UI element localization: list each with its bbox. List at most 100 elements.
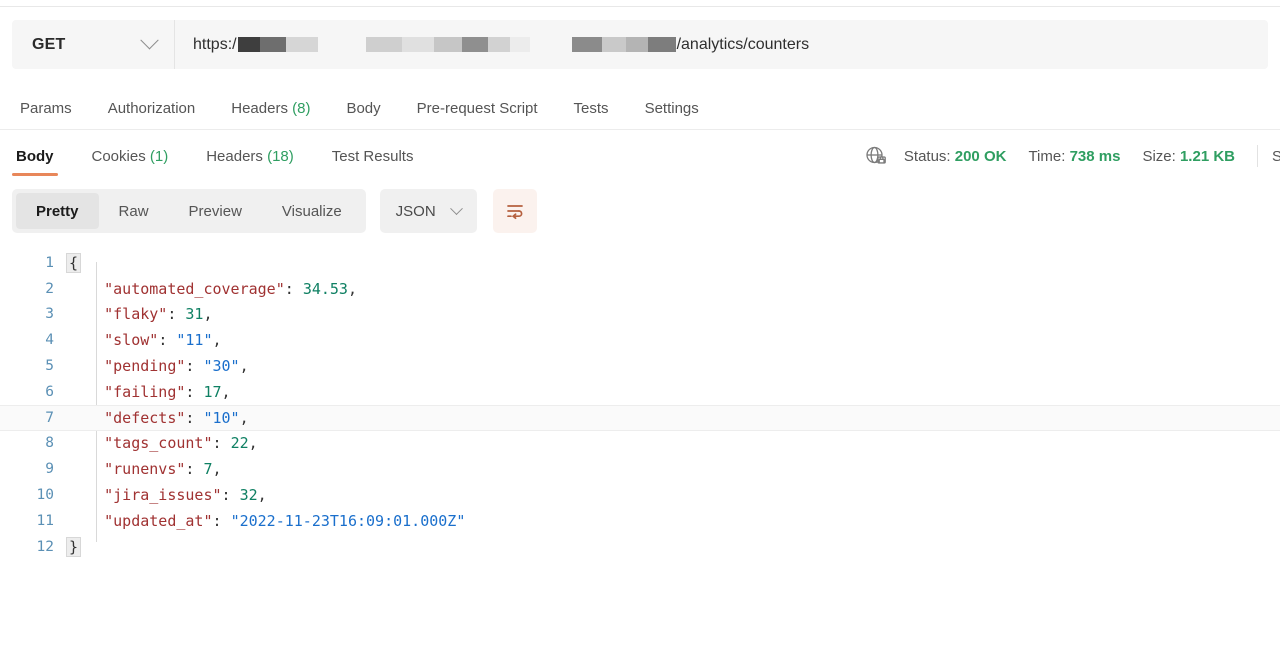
- code-token-p: ,: [239, 408, 249, 427]
- request-tab-body[interactable]: Body: [346, 100, 380, 117]
- code-token-p: [68, 512, 104, 530]
- response-status-meta[interactable]: Status: 200 OK: [904, 148, 1007, 165]
- code-line[interactable]: 7 "defects": "10",: [0, 404, 1280, 431]
- code-line[interactable]: 10 "jira_issues": 32,: [0, 482, 1280, 508]
- code-line[interactable]: 8 "tags_count": 22,: [0, 431, 1280, 457]
- request-tab-pre-request-script[interactable]: Pre-request Script: [417, 100, 538, 117]
- request-tab-label: Tests: [573, 100, 609, 117]
- line-number: 12: [36, 538, 54, 555]
- line-number: 6: [45, 383, 54, 400]
- code-line[interactable]: 3 "flaky": 31,: [0, 302, 1280, 328]
- code-token-p: [68, 357, 104, 375]
- response-body-code[interactable]: 1{2 "automated_coverage": 34.53, 3 "flaky…: [0, 250, 1280, 560]
- code-token-p: [68, 280, 104, 298]
- request-tab-headers[interactable]: Headers (8): [231, 100, 310, 117]
- code-token-k: "automated_coverage": [104, 279, 285, 298]
- response-format-toolbar: Pretty Raw Preview Visualize JSON: [12, 189, 537, 233]
- format-tab-preview[interactable]: Preview: [169, 193, 262, 229]
- meta-label: Size:: [1142, 147, 1180, 165]
- http-method-selector[interactable]: GET: [12, 20, 175, 69]
- code-token-k: "slow": [104, 331, 159, 350]
- format-tab-raw[interactable]: Raw: [99, 193, 169, 229]
- code-token-k: "tags_count": [104, 434, 213, 453]
- code-token-p: :: [185, 357, 204, 376]
- code-line[interactable]: 4 "slow": "11",: [0, 327, 1280, 353]
- response-tab-label: Cookies: [91, 147, 146, 165]
- code-token-s: "30": [203, 357, 240, 376]
- url-input[interactable]: https:/ /analytics/counters: [175, 20, 1268, 69]
- code-token-p: ,: [347, 279, 357, 298]
- response-tab-body[interactable]: Body: [12, 148, 58, 176]
- meta-divider: [1257, 145, 1258, 167]
- code-line[interactable]: 1{: [0, 250, 1280, 276]
- url-redacted-segment: [571, 37, 676, 52]
- line-number: 4: [45, 332, 54, 349]
- response-tab-headers[interactable]: Headers (18): [202, 148, 298, 176]
- meta-value: 738 ms: [1069, 147, 1121, 165]
- code-line[interactable]: 5 "pending": "30",: [0, 353, 1280, 379]
- request-url-bar: GET https:/ /analytics/counters: [12, 20, 1268, 69]
- code-token-p: [68, 409, 104, 427]
- url-suffix: /analytics/counters: [676, 35, 810, 53]
- code-line-text: "defects": "10",: [68, 409, 249, 427]
- format-tab-visualize[interactable]: Visualize: [262, 193, 362, 229]
- code-token-k: "failing": [104, 382, 186, 401]
- response-tab-test-results[interactable]: Test Results: [328, 148, 418, 176]
- code-line[interactable]: 2 "automated_coverage": 34.53,: [0, 276, 1280, 302]
- request-tab-label: Authorization: [107, 100, 196, 117]
- save-response-button[interactable]: Save Response: [1272, 148, 1280, 165]
- request-tab-label: Body: [346, 100, 381, 117]
- request-tab-params[interactable]: Params: [20, 100, 72, 117]
- meta-label: Status:: [903, 147, 955, 165]
- request-tab-bar: Params Authorization Headers (8) Body Pre-re…: [0, 88, 1280, 130]
- bracket-match: {: [66, 252, 82, 273]
- code-token-p: :: [185, 460, 204, 479]
- response-tab-cookies[interactable]: Cookies (1): [88, 148, 173, 176]
- code-token-n: 34.53: [302, 279, 348, 298]
- code-line-text: "jira_issues": 32,: [68, 486, 267, 504]
- response-size-meta[interactable]: Size: 1.21 KB: [1142, 148, 1235, 165]
- code-token-k: "defects": [104, 408, 186, 427]
- code-token-k: "runenvs": [104, 460, 186, 479]
- code-token-k: "jira_issues": [104, 486, 222, 505]
- top-divider: [0, 6, 1280, 7]
- code-token-p: :: [284, 279, 303, 298]
- code-token-p: :: [185, 408, 204, 427]
- url-prefix: https:/: [193, 35, 237, 53]
- meta-value: 200 OK: [954, 147, 1007, 165]
- code-token-n: 17: [203, 382, 222, 401]
- request-tab-authorization[interactable]: Authorization: [108, 100, 196, 117]
- response-tab-count: (18): [262, 147, 294, 165]
- request-tab-tests[interactable]: Tests: [574, 100, 609, 117]
- line-number: 9: [45, 461, 54, 478]
- request-tab-count: (8): [287, 100, 311, 117]
- code-token-p: :: [158, 331, 177, 350]
- request-tab-settings[interactable]: Settings: [645, 100, 699, 117]
- code-line[interactable]: 11 "updated_at": "2022-11-23T16:09:01.00…: [0, 508, 1280, 534]
- code-line[interactable]: 9 "runenvs": 7,: [0, 456, 1280, 482]
- code-token-p: [68, 305, 104, 323]
- response-tab-label: Body: [16, 147, 54, 165]
- code-line-text: }: [66, 536, 82, 557]
- code-line-text: "updated_at": "2022-11-23T16:09:01.000Z": [68, 512, 465, 530]
- format-tab-pretty[interactable]: Pretty: [16, 193, 99, 229]
- request-tab-label: Params: [20, 100, 72, 117]
- code-token-p: [68, 434, 104, 452]
- language-label: JSON: [395, 202, 436, 220]
- code-token-p: [68, 460, 104, 478]
- code-token-k: "updated_at": [104, 511, 213, 530]
- code-line-text: {: [66, 252, 82, 273]
- globe-lock-icon[interactable]: [864, 144, 888, 168]
- code-line-text: "pending": "30",: [68, 357, 249, 375]
- word-wrap-button[interactable]: [492, 189, 537, 233]
- code-token-p: ,: [212, 331, 222, 350]
- code-line-text: "failing": 17,: [68, 382, 230, 401]
- response-meta-group: Status: 200 OK Time: 738 ms Size: 1.21 KB …: [864, 134, 1280, 178]
- code-line-text: "runenvs": 7,: [68, 460, 221, 479]
- code-line[interactable]: 6 "failing": 17,: [0, 379, 1280, 405]
- code-token-p: [68, 383, 104, 401]
- http-method-label: GET: [32, 35, 66, 53]
- language-selector[interactable]: JSON: [379, 189, 477, 233]
- response-time-meta[interactable]: Time: 738 ms: [1028, 148, 1120, 165]
- code-line[interactable]: 12}: [0, 534, 1280, 560]
